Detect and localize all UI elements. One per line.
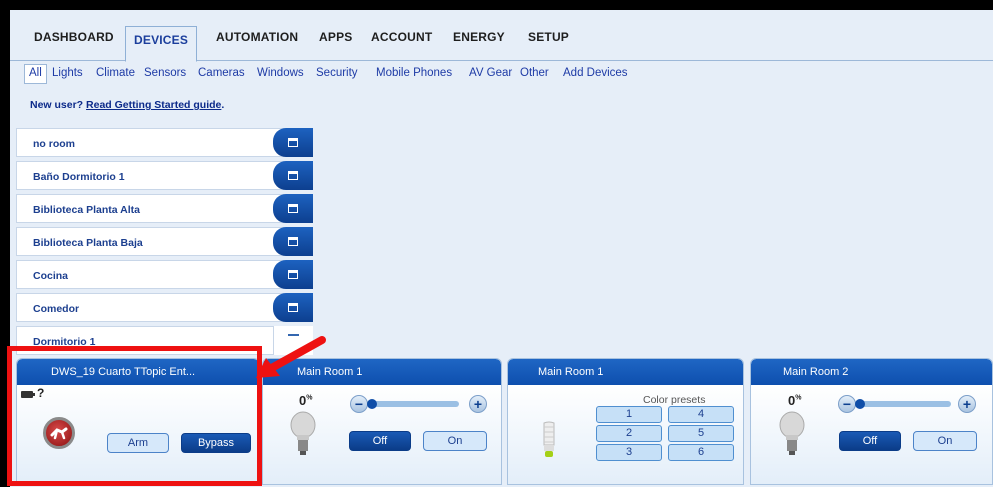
lightbulb-icon [779,411,805,455]
card-title: Main Room 2 [751,359,992,385]
main-nav: DASHBOARD DEVICES AUTOMATION APPS ACCOUN… [10,23,993,62]
cfl-bulb-icon [543,421,555,457]
new-user-label: New user? [30,99,84,111]
room-label: Biblioteca Planta Baja [33,237,143,249]
room-label: Baño Dormitorio 1 [33,171,125,183]
room-label: Biblioteca Planta Alta [33,204,140,216]
dim-slider-handle[interactable] [855,399,865,409]
tab-account[interactable]: ACCOUNT [371,30,432,44]
dim-slider[interactable] [857,401,951,407]
filter-add-devices[interactable]: Add Devices [563,67,628,79]
tab-energy[interactable]: ENERGY [453,30,505,44]
filter-windows[interactable]: Windows [257,67,304,79]
room-row-expanded[interactable]: Dormitorio 1 [16,326,313,355]
filter-sensors[interactable]: Sensors [144,67,186,79]
card-title: Main Room 1 [508,359,743,385]
color-preset-1[interactable]: 1 [596,406,662,423]
room-label: Dormitorio 1 [33,336,96,348]
expand-room-button[interactable] [273,194,313,223]
lightbulb-icon [290,411,316,455]
filter-other[interactable]: Other [520,67,549,79]
room-row[interactable]: Comedor [16,293,313,322]
card-body: ? Arm Bypass [17,385,259,484]
collapse-room-button[interactable] [273,326,313,355]
filter-mobile-phones[interactable]: Mobile Phones [376,67,452,79]
minus-icon [288,333,299,336]
tab-dashboard[interactable]: DASHBOARD [34,30,114,44]
card-body: Color presets 1 4 2 5 3 6 [508,385,743,484]
dim-decrease-button[interactable]: − [350,395,368,413]
card-title: Main Room 1 [263,359,501,385]
filter-cameras[interactable]: Cameras [198,67,245,79]
battery-icon [21,391,33,398]
device-filter-nav: All Lights Climate Sensors Cameras Windo… [10,62,993,88]
dim-slider-handle[interactable] [367,399,377,409]
getting-started-link[interactable]: Read Getting Started guide [86,99,221,111]
on-button[interactable]: On [423,431,487,451]
filter-av-gear[interactable]: AV Gear [469,67,512,79]
card-body: 0% − + Off On [263,385,501,484]
dim-level-unit: % [306,394,313,402]
tab-setup[interactable]: SETUP [528,30,569,44]
off-button[interactable]: Off [839,431,901,451]
expand-room-button[interactable] [273,293,313,322]
room-label: no room [33,138,75,150]
motion-sensor-icon [43,417,75,449]
room-row[interactable]: Biblioteca Planta Baja [16,227,313,256]
dim-level-readout: 0% [788,393,801,408]
dim-slider[interactable] [369,401,459,407]
color-preset-4[interactable]: 4 [668,406,734,423]
app-frame: DASHBOARD DEVICES AUTOMATION APPS ACCOUN… [10,10,993,487]
battery-tip [33,393,35,396]
tab-apps[interactable]: APPS [319,30,352,44]
tab-devices[interactable]: DEVICES [125,26,198,62]
expand-room-button[interactable] [273,260,313,289]
expand-room-button[interactable] [273,227,313,256]
window-icon [288,138,298,147]
color-preset-5[interactable]: 5 [668,425,734,442]
room-label: Cocina [33,270,69,282]
dim-level-readout: 0% [299,393,312,408]
expand-room-button[interactable] [273,161,313,190]
off-button[interactable]: Off [349,431,411,451]
color-preset-6[interactable]: 6 [668,444,734,461]
card-title: DWS_19 Cuarto TTopic Ent... [17,359,259,385]
expand-room-button[interactable] [273,128,313,157]
bypass-button[interactable]: Bypass [181,433,251,453]
room-label: Comedor [33,303,80,315]
status-mark: ? [37,386,45,400]
color-presets-label: Color presets [643,394,706,406]
room-row[interactable]: Baño Dormitorio 1 [16,161,313,190]
color-preset-2[interactable]: 2 [596,425,662,442]
dimmer-card: Main Room 1 0% − + Off On [262,358,502,485]
window-icon [288,270,298,279]
filter-climate[interactable]: Climate [96,67,135,79]
filter-lights[interactable]: Lights [52,67,83,79]
window-icon [288,204,298,213]
on-button[interactable]: On [913,431,977,451]
color-light-card: Main Room 1 Color presets 1 4 2 5 3 6 [507,358,744,485]
dimmer-card: Main Room 2 0% − + Off On [750,358,993,485]
dim-level-unit: % [795,394,802,402]
filter-all[interactable]: All [24,64,47,84]
card-body: 0% − + Off On [751,385,992,484]
window-icon [288,171,298,180]
window-icon [288,303,298,312]
dim-increase-button[interactable]: + [469,395,487,413]
dim-increase-button[interactable]: + [958,395,976,413]
color-preset-3[interactable]: 3 [596,444,662,461]
tab-automation[interactable]: AUTOMATION [216,30,298,44]
filter-security[interactable]: Security [316,67,358,79]
getting-started-notice: New user? Read Getting Started guide. [30,99,224,111]
dim-decrease-button[interactable]: − [838,395,856,413]
room-row[interactable]: no room [16,128,313,157]
security-sensor-card: DWS_19 Cuarto TTopic Ent... ? Arm Bypass [16,358,260,485]
getting-started-suffix: . [221,99,225,111]
room-row[interactable]: Cocina [16,260,313,289]
window-icon [288,237,298,246]
arm-button[interactable]: Arm [107,433,169,453]
room-row[interactable]: Biblioteca Planta Alta [16,194,313,223]
